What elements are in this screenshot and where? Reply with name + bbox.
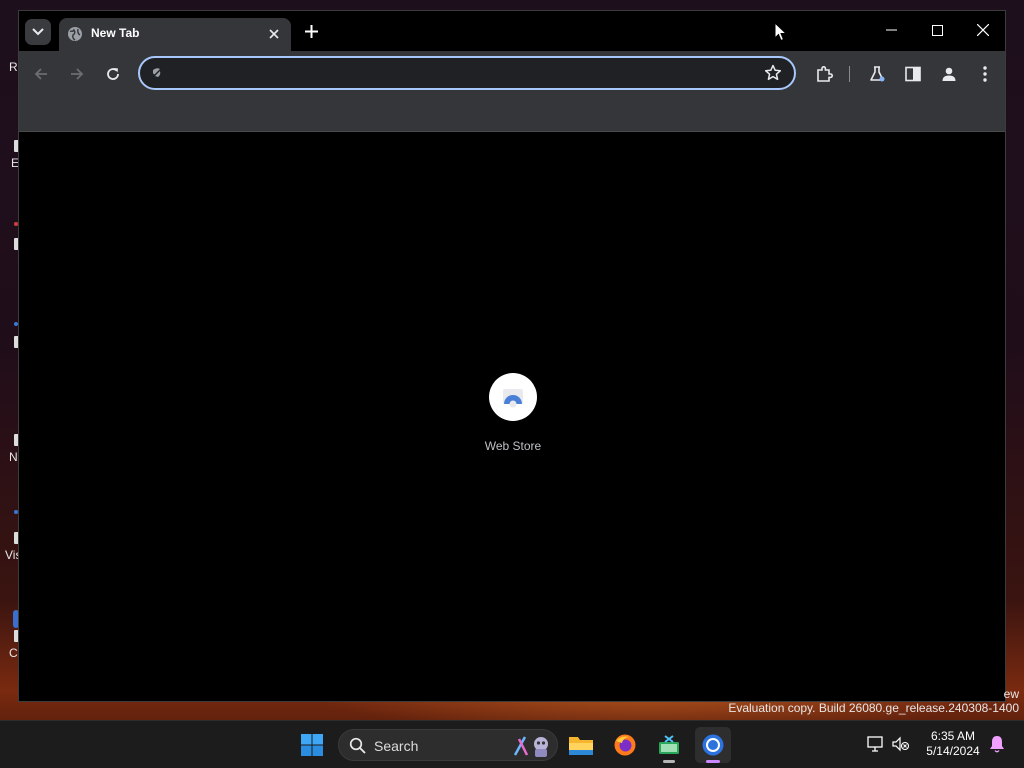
globe-icon [68, 27, 82, 41]
mouse-pointer-icon [774, 22, 788, 42]
running-indicator [706, 760, 720, 763]
kebab-menu-icon [983, 66, 987, 82]
menu-button[interactable] [974, 63, 996, 85]
desktop-icon[interactable]: C [0, 610, 19, 672]
side-panel-icon [905, 66, 921, 82]
bell-icon [990, 736, 1004, 753]
person-icon [942, 67, 956, 81]
desktop-icon-label: C [9, 646, 18, 660]
desktop-icon[interactable] [0, 222, 19, 298]
tab-close-button[interactable] [265, 25, 283, 43]
page-info-icon [153, 68, 161, 77]
arrow-right-icon [71, 68, 84, 80]
toolbar [19, 51, 1005, 97]
minimize-button[interactable] [876, 19, 906, 41]
running-indicator [663, 760, 675, 763]
tray-network[interactable] [867, 735, 885, 753]
search-label: Search [374, 738, 419, 754]
taskbar-firefox[interactable] [607, 727, 643, 763]
close-icon [269, 29, 279, 39]
taskbar-search[interactable]: Search [338, 729, 558, 761]
arrow-left-icon [34, 68, 47, 80]
taskbar: Search 6:35 AM 5/14/2024 [0, 720, 1024, 768]
start-icon [301, 734, 323, 756]
shortcut-label: Web Store [484, 439, 542, 453]
reload-icon [107, 68, 119, 80]
new-tab-page: Web Store [19, 132, 1005, 701]
desktop-icon-label: N [9, 450, 18, 464]
bookmarks-bar [19, 97, 1005, 132]
start-button[interactable] [294, 727, 330, 763]
taskbar-file-explorer[interactable] [563, 727, 599, 763]
maximize-icon [931, 24, 943, 36]
app-icon [659, 735, 679, 754]
plus-icon [304, 24, 318, 38]
desktop-icon[interactable]: R [0, 52, 18, 114]
reload-button[interactable] [102, 63, 124, 85]
back-button[interactable] [30, 63, 52, 85]
file-explorer-icon [569, 737, 593, 755]
forward-button[interactable] [66, 63, 88, 85]
chevron-down-icon [32, 28, 44, 36]
desktop-icon[interactable]: Vis [0, 510, 21, 592]
desktop-icon[interactable]: E [0, 138, 19, 200]
desktop-icon[interactable]: N [0, 432, 19, 494]
network-icon [867, 736, 883, 752]
evaluation-watermark: ew Evaluation copy. Build 26080.ge_relea… [728, 687, 1019, 715]
desktop-icon-label: R [9, 60, 18, 74]
watermark-line-2: Evaluation copy. Build 26080.ge_release.… [728, 701, 1019, 715]
bookmark-star-icon[interactable] [764, 64, 782, 82]
taskbar-chrome[interactable] [695, 727, 731, 763]
extensions-button[interactable] [813, 63, 835, 85]
window-close-button[interactable] [968, 19, 998, 41]
tray-volume[interactable] [892, 735, 910, 753]
web-store-icon [503, 389, 523, 408]
close-icon [977, 24, 989, 36]
watermark-line-1: ew [1003, 687, 1019, 701]
profile-button[interactable] [938, 63, 960, 85]
puzzle-icon [817, 66, 833, 82]
side-panel-button[interactable] [902, 63, 924, 85]
firefox-icon [614, 734, 636, 756]
tab-search-button[interactable] [25, 19, 51, 45]
title-bar: New Tab [19, 11, 1005, 51]
clock-date: 5/14/2024 [926, 744, 980, 758]
tab-new-tab[interactable]: New Tab [59, 18, 291, 51]
chrome-icon [702, 734, 724, 756]
browser-window: New Tab Web Store [18, 10, 1006, 702]
search-highlight-icon [513, 736, 548, 757]
flask-icon [870, 66, 885, 82]
shortcut-web-store[interactable]: Web Store [463, 373, 563, 463]
address-bar[interactable] [138, 56, 796, 90]
tab-title: New Tab [91, 26, 140, 40]
taskbar-app[interactable] [651, 727, 687, 763]
toolbar-divider [849, 66, 850, 82]
maximize-button[interactable] [922, 19, 952, 41]
shortcut-icon-tile [489, 373, 537, 421]
clock-time: 6:35 AM [930, 729, 976, 743]
desktop-icon[interactable] [0, 322, 19, 396]
address-input[interactable] [174, 63, 738, 85]
notifications-button[interactable] [988, 735, 1006, 753]
search-icon [349, 737, 366, 754]
labs-button[interactable] [866, 63, 888, 85]
new-tab-button[interactable] [301, 21, 321, 41]
system-clock[interactable]: 6:35 AM 5/14/2024 [920, 729, 986, 759]
volume-muted-icon [892, 736, 910, 752]
minimize-icon [885, 29, 897, 31]
